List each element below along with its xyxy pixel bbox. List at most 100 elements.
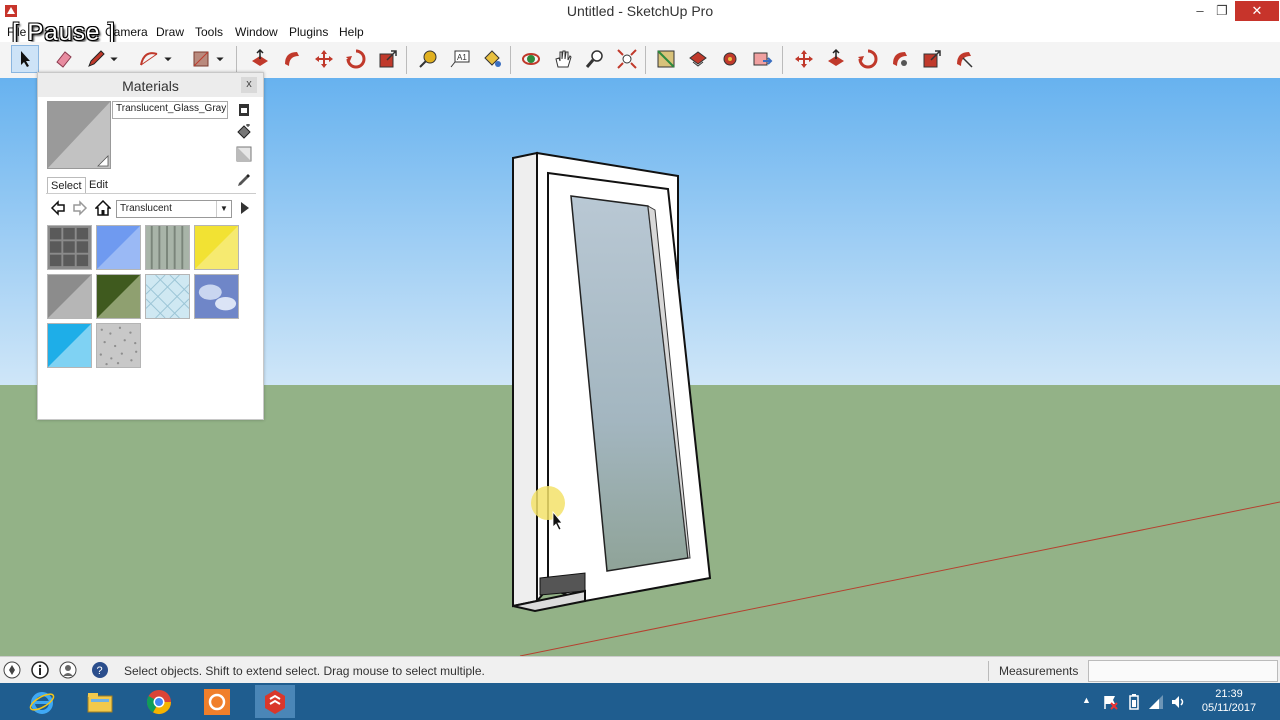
scale-ext-button[interactable] (918, 45, 946, 73)
swatch-translucent-glass-yellow[interactable] (194, 225, 239, 270)
select-tool-button[interactable] (11, 45, 39, 73)
wifi-signal-icon[interactable] (1148, 694, 1164, 710)
push-pull-ext-button[interactable] (822, 45, 850, 73)
sample-paint-button[interactable] (235, 171, 253, 189)
sketchup-icon (265, 689, 285, 714)
offset-tool-button[interactable] (950, 45, 978, 73)
default-material-button[interactable] (235, 145, 253, 163)
solid-move-button[interactable] (790, 45, 818, 73)
zoom-extents-icon (617, 49, 637, 69)
measurements-input[interactable] (1088, 660, 1278, 682)
swatch-translucent-glass-block[interactable] (47, 225, 92, 270)
send-to-layout-icon (753, 52, 773, 66)
materials-title: Materials (122, 78, 179, 94)
materials-close-button[interactable]: x (241, 77, 257, 93)
swatch-translucent-glass-blue[interactable] (96, 225, 141, 270)
tab-select[interactable]: Select (47, 177, 86, 194)
display-secondary-button[interactable] (235, 101, 253, 119)
menu-window[interactable]: Window (235, 25, 278, 39)
extension-warehouse-button[interactable] (716, 45, 744, 73)
taskbar-sketchup[interactable] (255, 685, 295, 718)
swatch-translucent-glass-frosted[interactable] (96, 323, 141, 368)
speaker-volume-icon[interactable] (1170, 694, 1186, 710)
move-icon (795, 50, 813, 68)
info-icon[interactable] (31, 661, 49, 679)
move-tool-button[interactable] (310, 45, 338, 73)
menu-help[interactable]: Help (339, 25, 364, 39)
pencil-dropdown[interactable] (106, 45, 122, 73)
follow-me-ext-button[interactable] (886, 45, 914, 73)
eraser-tool-button[interactable] (50, 45, 78, 73)
rotate-ext-button[interactable] (854, 45, 882, 73)
media-app-icon (204, 688, 230, 715)
forward-button[interactable] (71, 199, 89, 217)
scale-tool-button[interactable] (374, 45, 402, 73)
rotate-tool-button[interactable] (342, 45, 370, 73)
tape-measure-tool-button[interactable] (414, 45, 442, 73)
push-pull-tool-button[interactable] (246, 45, 274, 73)
clock[interactable]: 21:39 05/11/2017 (1196, 687, 1262, 715)
create-material-icon (237, 124, 251, 139)
swatch-translucent-glass-gray[interactable] (47, 274, 92, 319)
user-account-icon[interactable] (59, 661, 77, 679)
rectangle-tool-button[interactable] (187, 45, 215, 73)
follow-me-tool-button[interactable] (278, 45, 306, 73)
menu-tools[interactable]: Tools (195, 25, 223, 39)
swatch-translucent-glass-green[interactable] (96, 274, 141, 319)
taskbar-chrome[interactable] (139, 685, 179, 718)
swatch-translucent-glass-corrugated[interactable] (145, 225, 190, 270)
geo-location-icon[interactable] (3, 661, 21, 679)
push-pull-icon (828, 48, 844, 66)
minimize-button[interactable]: – (1188, 1, 1212, 21)
follow-me-icon (285, 52, 299, 66)
status-separator (988, 661, 989, 681)
taskbar-media-app[interactable] (197, 685, 237, 718)
hand-icon (555, 50, 572, 68)
back-button[interactable] (49, 199, 67, 217)
paint-bucket-tool-button[interactable] (478, 45, 506, 73)
material-name-field[interactable]: Translucent_Glass_Gray (112, 101, 228, 119)
text-tool-button[interactable]: A1 (446, 45, 474, 73)
create-material-button[interactable] (235, 123, 253, 141)
zoom-tool-button[interactable] (581, 45, 609, 73)
help-icon[interactable]: ? (91, 661, 109, 679)
swatch-translucent-glass-sky[interactable] (194, 274, 239, 319)
chevron-down-icon (110, 57, 118, 62)
toolbar-separator (406, 46, 407, 74)
back-arrow-icon (50, 200, 65, 216)
materials-panel: Materials x Translucent_Glass_Gray Selec… (37, 72, 264, 420)
restore-button[interactable]: ❐ (1210, 1, 1234, 21)
swatch-translucent-glass-cyan[interactable] (47, 323, 92, 368)
battery-icon[interactable] (1127, 694, 1141, 710)
title-bar: Untitled - SketchUp Pro – ❐ ✕ (0, 0, 1280, 23)
get-models-button[interactable] (652, 45, 680, 73)
details-arrow-icon (241, 202, 249, 214)
rectangle-dropdown[interactable] (212, 45, 228, 73)
menu-draw[interactable]: Draw (156, 25, 184, 39)
toolbar-separator (782, 46, 783, 74)
zoom-extents-tool-button[interactable] (613, 45, 641, 73)
eraser-icon (56, 51, 72, 68)
send-to-layout-button[interactable] (748, 45, 776, 73)
rotate-icon (346, 49, 366, 69)
tray-overflow-button[interactable]: ▲ (1082, 695, 1091, 705)
magnifier-icon (585, 50, 603, 68)
home-button[interactable] (94, 199, 112, 217)
chevron-down-icon: ▼ (216, 201, 231, 217)
tab-edit[interactable]: Edit (86, 177, 111, 193)
materials-panel-header[interactable]: Materials x (38, 73, 263, 97)
arc-tool-button[interactable] (135, 45, 163, 73)
taskbar-file-explorer[interactable] (80, 685, 120, 718)
current-material-swatch[interactable] (47, 101, 111, 169)
swatch-translucent-glass-safety[interactable] (145, 274, 190, 319)
arc-dropdown[interactable] (160, 45, 176, 73)
details-button[interactable] (236, 199, 254, 217)
share-model-button[interactable] (684, 45, 712, 73)
pan-tool-button[interactable] (549, 45, 577, 73)
orbit-tool-button[interactable] (517, 45, 545, 73)
collection-select[interactable]: Translucent ▼ (116, 200, 232, 218)
taskbar-internet-explorer[interactable] (22, 685, 62, 718)
action-center-flag-icon[interactable] (1102, 694, 1118, 710)
close-button[interactable]: ✕ (1235, 1, 1279, 21)
menu-plugins[interactable]: Plugins (289, 25, 328, 39)
